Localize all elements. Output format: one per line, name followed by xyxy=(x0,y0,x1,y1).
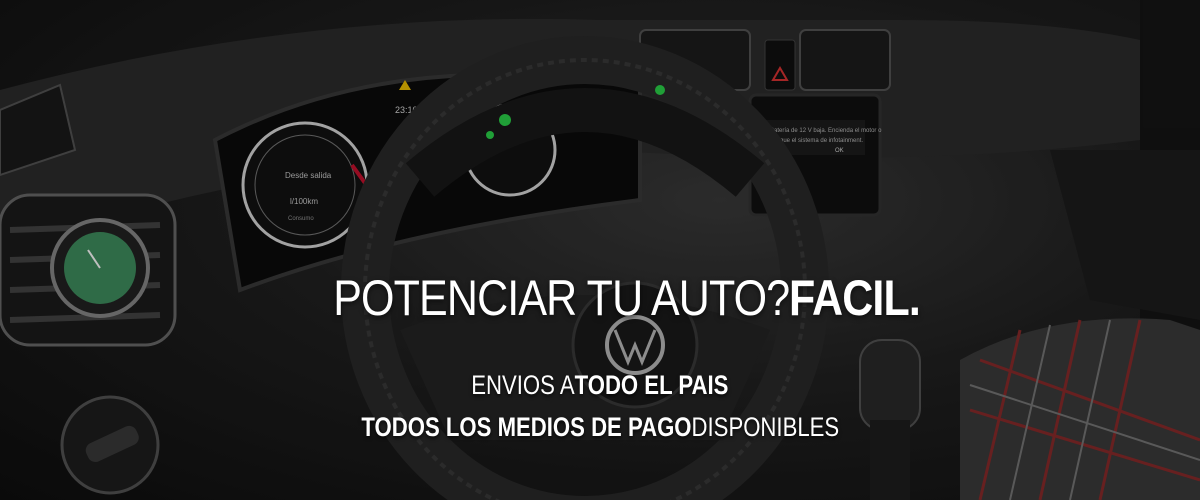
hero-banner[interactable]: 23:10 22.0° Desde salida l/100km Consumo… xyxy=(0,0,1200,500)
headline-light-text: POTENCIAR TU AUTO? xyxy=(332,270,790,326)
shipping-line: ENVIOS A TODO EL PAIS xyxy=(0,368,1200,402)
shipping-regular: ENVIOS A xyxy=(471,370,575,400)
payment-bold: TODOS LOS MEDIOS DE PAGO xyxy=(361,412,692,442)
banner-headline: POTENCIAR TU AUTO? FACIL. xyxy=(0,268,1200,328)
headline-bold-text: FACIL. xyxy=(788,270,921,326)
shipping-bold: TODO EL PAIS xyxy=(574,370,729,400)
payment-regular: DISPONIBLES xyxy=(691,412,839,442)
payment-line: TODOS LOS MEDIOS DE PAGO DISPONIBLES xyxy=(0,410,1200,444)
